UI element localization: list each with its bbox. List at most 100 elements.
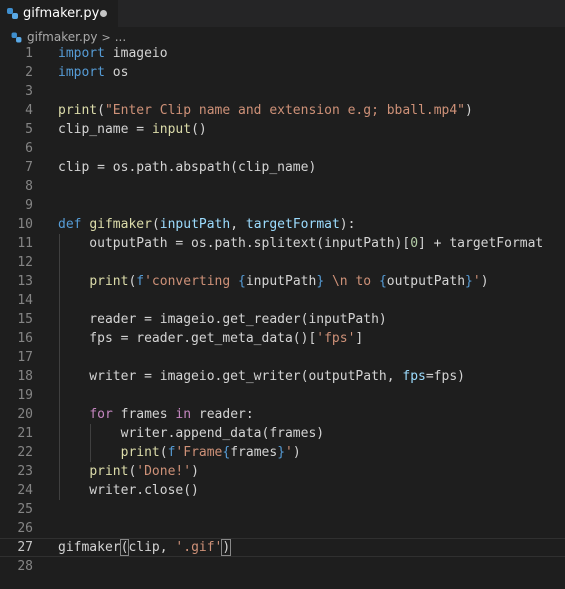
code-text: import imageio — [58, 44, 168, 63]
code-token: ' — [472, 274, 481, 289]
code-token: in — [175, 407, 192, 422]
code-token: 'fps' — [316, 331, 356, 346]
code-token: writer = imageio.get_writer(outputPath, — [58, 369, 403, 384]
code-token: = — [128, 122, 152, 137]
line-number: 11 — [17, 236, 33, 251]
code-token: def — [58, 217, 82, 232]
code-token: '.gif' — [175, 540, 223, 555]
line-number: 3 — [25, 84, 33, 99]
code-token: ( — [151, 217, 160, 232]
code-line[interactable]: 14 — [0, 291, 565, 310]
code-line[interactable]: 3 — [0, 82, 565, 101]
code-token: } — [277, 445, 286, 460]
code-line[interactable]: 28 — [0, 557, 565, 576]
line-number: 22 — [17, 445, 33, 460]
code-token: ' — [285, 445, 293, 460]
tab-gifmaker[interactable]: gifmaker.py — [0, 0, 118, 27]
code-token: print — [89, 274, 129, 289]
code-token: ] — [355, 331, 364, 346]
python-file-icon — [7, 8, 18, 19]
line-number: 26 — [17, 521, 33, 536]
code-line[interactable]: 10 def gifmaker(inputPath, targetFormat): — [0, 215, 565, 234]
code-token: input — [151, 122, 192, 137]
code-token: ] + targetFormat — [418, 236, 544, 251]
code-token: reader = imageio.get_reader(inputPath) — [58, 312, 387, 327]
line-number: 28 — [17, 559, 33, 574]
code-line[interactable]: 21 writer.append_data(frames) — [0, 424, 565, 443]
code-token: 0 — [410, 236, 419, 251]
code-line[interactable]: 18 writer = imageio.get_writer(outputPat… — [0, 367, 565, 386]
line-number: 14 — [17, 293, 33, 308]
code-text: def gifmaker(inputPath, targetFormat): — [58, 215, 355, 234]
code-token: f — [136, 274, 145, 289]
python-file-icon — [11, 32, 22, 42]
line-number: 9 — [25, 198, 33, 213]
code-token: 'Done!' — [136, 464, 192, 479]
line-number: 7 — [25, 160, 33, 175]
line-number: 27 — [17, 540, 33, 555]
code-line[interactable]: 1 import imageio — [0, 44, 565, 63]
code-text: print('Done!') — [58, 462, 199, 481]
breadcrumb-file[interactable]: gifmaker.py — [27, 30, 98, 44]
line-number: 4 — [25, 103, 33, 118]
code-line[interactable]: 26 — [0, 519, 565, 538]
code-token: gifmaker — [89, 217, 152, 232]
code-token: imageio — [104, 46, 168, 61]
unsaved-dot-icon[interactable] — [100, 10, 107, 17]
code-line[interactable]: 23 print('Done!') — [0, 462, 565, 481]
code-line[interactable]: 7 clip = os.path.abspath(clip_name) — [0, 158, 565, 177]
code-line[interactable]: 27 gifmaker(clip, '.gif') — [0, 538, 565, 557]
code-line[interactable]: 15 reader = imageio.get_reader(inputPath… — [0, 310, 565, 329]
code-token: \n to — [324, 274, 379, 289]
code-text: for frames in reader: — [58, 405, 253, 424]
code-token: clip_name — [58, 122, 129, 137]
code-token: } — [316, 274, 325, 289]
code-line[interactable]: 9 — [0, 196, 565, 215]
code-token: ) — [480, 274, 489, 289]
code-token: 'converting — [144, 274, 239, 289]
code-line[interactable]: 20 for frames in reader: — [0, 405, 565, 424]
code-token: inputPath — [245, 274, 317, 289]
code-text: writer = imageio.get_writer(outputPath, … — [58, 367, 465, 386]
line-number: 10 — [17, 217, 33, 232]
code-line[interactable]: 4 print("Enter Clip name and extension e.… — [0, 101, 565, 120]
indent-guide — [59, 234, 60, 500]
code-token: ) — [221, 539, 232, 556]
code-token: print — [58, 103, 98, 118]
code-line[interactable]: 16 fps = reader.get_meta_data()['fps'] — [0, 329, 565, 348]
code-line[interactable]: 5 clip_name = input() — [0, 120, 565, 139]
line-number: 19 — [17, 388, 33, 403]
breadcrumb-more[interactable]: ... — [115, 30, 126, 44]
code-text: clip_name = input() — [58, 120, 207, 139]
code-token: writer.close() — [58, 483, 199, 498]
code-line[interactable]: 19 — [0, 386, 565, 405]
code-editor[interactable]: 1 import imageio 2 import os 3 4 print("Enter … — [0, 44, 565, 589]
line-number: 18 — [17, 369, 33, 384]
code-line[interactable]: 2 import os — [0, 63, 565, 82]
code-line[interactable]: 8 — [0, 177, 565, 196]
code-token: writer.append_data(frames) — [58, 426, 325, 441]
code-token: ( — [159, 445, 168, 460]
code-line[interactable]: 22 print(f'Frame{frames}') — [0, 443, 565, 462]
code-line[interactable]: 12 — [0, 253, 565, 272]
line-number: 21 — [17, 426, 33, 441]
code-token: ) — [465, 103, 473, 118]
code-line[interactable]: 25 — [0, 500, 565, 519]
line-number: 12 — [17, 255, 33, 270]
code-line[interactable]: 11 outputPath = os.path.splitext(inputPa… — [0, 234, 565, 253]
line-number: 15 — [17, 312, 33, 327]
line-number: 6 — [25, 141, 33, 156]
line-number: 24 — [17, 483, 33, 498]
code-line[interactable]: 6 — [0, 139, 565, 158]
code-text: print(f'converting {inputPath} \n to {ou… — [58, 272, 489, 291]
code-text: clip = os.path.abspath(clip_name) — [58, 158, 316, 177]
code-token: } — [465, 274, 473, 289]
code-line[interactable]: 13 print(f'converting {inputPath} \n to … — [0, 272, 565, 291]
code-text: gifmaker(clip, '.gif') — [58, 538, 232, 557]
code-token: outputPath — [386, 274, 466, 289]
code-line[interactable]: 24 writer.close() — [0, 481, 565, 500]
code-text: print(f'Frame{frames}') — [58, 443, 301, 462]
code-line[interactable]: 17 — [0, 348, 565, 367]
